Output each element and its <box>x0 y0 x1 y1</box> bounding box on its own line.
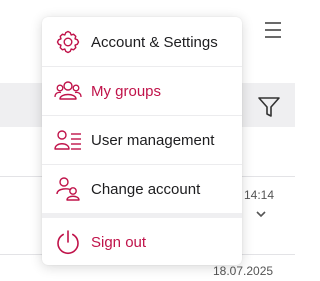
chevron-down-icon[interactable] <box>254 208 268 220</box>
user-list-icon <box>54 126 82 154</box>
menu-item-sign-out[interactable]: Sign out <box>42 218 242 266</box>
menu-item-account-settings[interactable]: Account & Settings <box>42 18 242 66</box>
message-date: 18.07.2025 <box>213 264 274 278</box>
gear-icon <box>54 28 82 56</box>
menu-item-user-management[interactable]: User management <box>42 116 242 164</box>
menu-item-label: Sign out <box>91 233 147 251</box>
group-icon <box>54 77 82 105</box>
account-dropdown-menu: Account & Settings My groups User manage… <box>42 17 242 265</box>
hamburger-menu-icon[interactable] <box>261 20 285 40</box>
menu-item-label: User management <box>91 131 215 149</box>
menu-item-my-groups[interactable]: My groups <box>42 67 242 115</box>
message-time: 14:14 <box>244 188 275 202</box>
menu-item-label: Change account <box>91 180 201 198</box>
menu-item-change-account[interactable]: Change account <box>42 165 242 213</box>
menu-item-label: Account & Settings <box>91 33 218 51</box>
power-icon <box>54 228 82 256</box>
filter-icon[interactable] <box>256 94 282 120</box>
switch-user-icon <box>54 175 82 203</box>
menu-item-label: My groups <box>91 82 162 100</box>
